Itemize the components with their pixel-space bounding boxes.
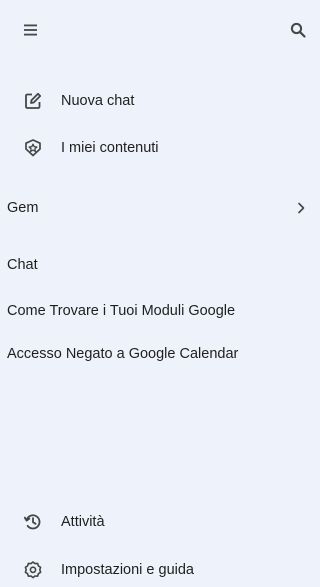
my-content-label: I miei contenuti: [61, 140, 159, 156]
edit-square-icon: [22, 90, 44, 112]
settings-help-button[interactable]: Impostazioni e guida: [0, 553, 313, 587]
history-icon: [22, 511, 44, 533]
chat-history-title: Come Trovare i Tuoi Moduli Google: [7, 303, 236, 319]
activity-button[interactable]: Attività: [0, 505, 313, 539]
chat-history-item[interactable]: Accesso Negato a Google Calendar: [0, 339, 313, 369]
chat-section-title: Chat: [7, 257, 38, 273]
star-shield-icon: [22, 137, 44, 159]
chat-history-title: Accesso Negato a Google Calendar: [7, 346, 239, 362]
my-content-button[interactable]: I miei contenuti: [0, 131, 313, 165]
new-chat-label: Nuova chat: [61, 93, 135, 109]
new-chat-button[interactable]: Nuova chat: [0, 84, 313, 118]
settings-help-label: Impostazioni e guida: [61, 562, 194, 578]
hamburger-menu-icon[interactable]: [20, 18, 44, 42]
activity-label: Attività: [61, 514, 105, 530]
gem-section-label: Gem: [7, 200, 39, 216]
gem-section-toggle[interactable]: Gem: [0, 193, 313, 223]
chevron-right-icon: [293, 200, 309, 216]
search-icon[interactable]: [286, 18, 310, 42]
chat-history-item[interactable]: Come Trovare i Tuoi Moduli Google: [0, 296, 313, 326]
